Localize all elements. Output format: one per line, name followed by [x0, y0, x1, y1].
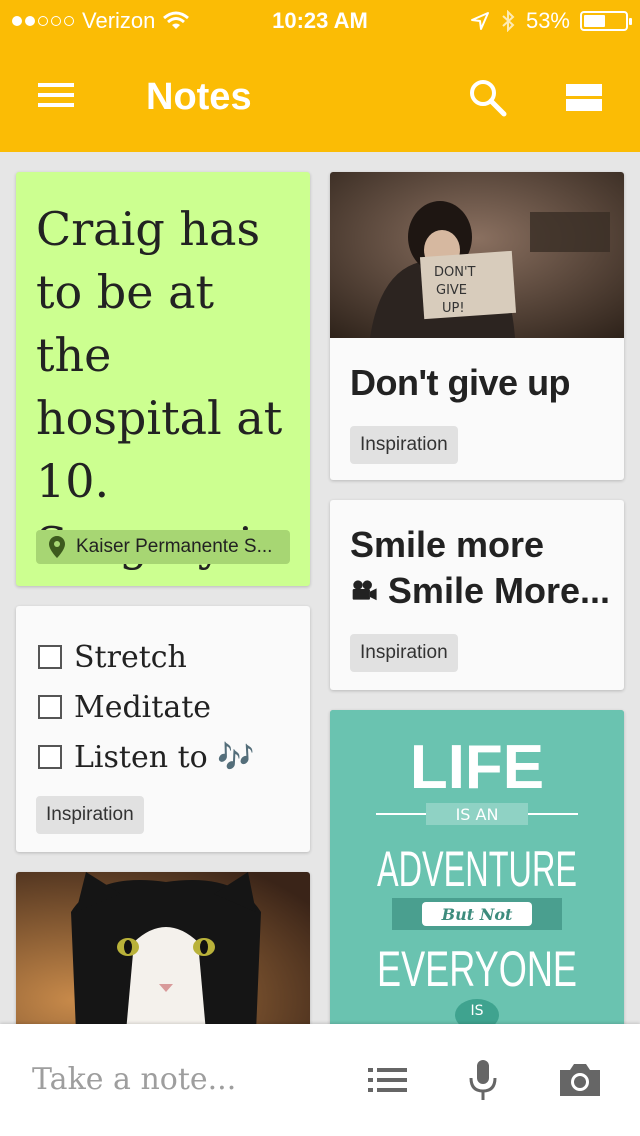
checkbox[interactable]: [38, 695, 62, 719]
poster-text: IS: [470, 1003, 483, 1019]
search-icon[interactable]: [466, 76, 510, 120]
cat-photo: [16, 872, 310, 1032]
checkbox[interactable]: [38, 745, 62, 769]
battery-percent: 53%: [525, 8, 570, 33]
list-icon[interactable]: [368, 1066, 408, 1094]
menu-icon[interactable]: [36, 80, 76, 110]
checklist-item-label: Meditate: [74, 689, 212, 725]
note-card-life-poster[interactable]: LIFE IS AN ADVENTURE But Not EVERYONE IS: [330, 710, 624, 1040]
label-chip[interactable]: Inspiration: [350, 426, 458, 464]
poster-text: EVERYONE: [377, 941, 577, 997]
note-card-smile[interactable]: Smile more Smile More... Inspiration: [330, 500, 624, 690]
note-card-dont-give-up[interactable]: DON'T GIVE UP! Don't give up Inspiration: [330, 172, 624, 480]
sign-text: DON'T: [434, 265, 476, 280]
bottom-bar: Take a note...: [0, 1024, 640, 1136]
dont-give-up-photo: DON'T GIVE UP!: [330, 172, 624, 338]
note-title-text: Smile More...: [387, 570, 610, 611]
note-title-line: Smile more: [350, 524, 545, 565]
app-title: Notes: [146, 76, 252, 118]
note-card-craig[interactable]: Craig has to be at the hospital at 10. S…: [16, 172, 310, 586]
label-chip[interactable]: Inspiration: [36, 796, 144, 834]
note-text: Craig has to be at the hospital at 10. S…: [36, 202, 283, 586]
checklist-item[interactable]: Listen to 🎶: [38, 732, 255, 782]
checklist: Stretch Meditate Listen to 🎶: [38, 632, 255, 782]
sign-text: UP!: [442, 301, 465, 316]
header: Verizon 10:23 AM 53% Notes: [0, 0, 640, 152]
microphone-icon[interactable]: [468, 1058, 498, 1102]
take-note-input[interactable]: Take a note...: [32, 1062, 236, 1097]
location-chip[interactable]: Kaiser Permanente S...: [36, 530, 290, 564]
camera-icon[interactable]: [558, 1062, 602, 1098]
battery-fill: [584, 15, 605, 27]
view-toggle-icon[interactable]: [566, 82, 602, 112]
poster-text: But Not: [441, 905, 513, 924]
label-chip[interactable]: Inspiration: [350, 634, 458, 672]
checklist-item-label: Stretch: [74, 639, 187, 675]
note-title-line: Smile More...: [350, 570, 610, 612]
status-right: 53%: [470, 8, 632, 34]
location-label: Kaiser Permanente S...: [76, 536, 273, 557]
movie-camera-icon: [352, 580, 377, 601]
battery-icon: [580, 11, 632, 31]
poster-text: ADVENTURE: [377, 841, 577, 897]
bluetooth-icon: [502, 10, 515, 32]
note-card-checklist[interactable]: Stretch Meditate Listen to 🎶 Inspiration: [16, 606, 310, 852]
note-card-cat-image[interactable]: [16, 872, 310, 1032]
checklist-item-label: Listen to 🎶: [74, 739, 255, 775]
checkbox[interactable]: [38, 645, 62, 669]
poster-text: LIFE: [410, 733, 544, 802]
app-bar: Notes: [0, 40, 640, 152]
poster-text: IS AN: [456, 805, 499, 824]
checklist-item[interactable]: Stretch: [38, 632, 255, 682]
sign-text: GIVE: [436, 283, 467, 298]
location-pin-icon: [49, 536, 65, 558]
location-arrow-icon: [470, 12, 489, 30]
checklist-item[interactable]: Meditate: [38, 682, 255, 732]
note-title: Don't give up: [350, 362, 571, 403]
status-bar: Verizon 10:23 AM 53%: [0, 0, 640, 40]
life-adventure-poster: LIFE IS AN ADVENTURE But Not EVERYONE IS: [330, 710, 624, 1040]
